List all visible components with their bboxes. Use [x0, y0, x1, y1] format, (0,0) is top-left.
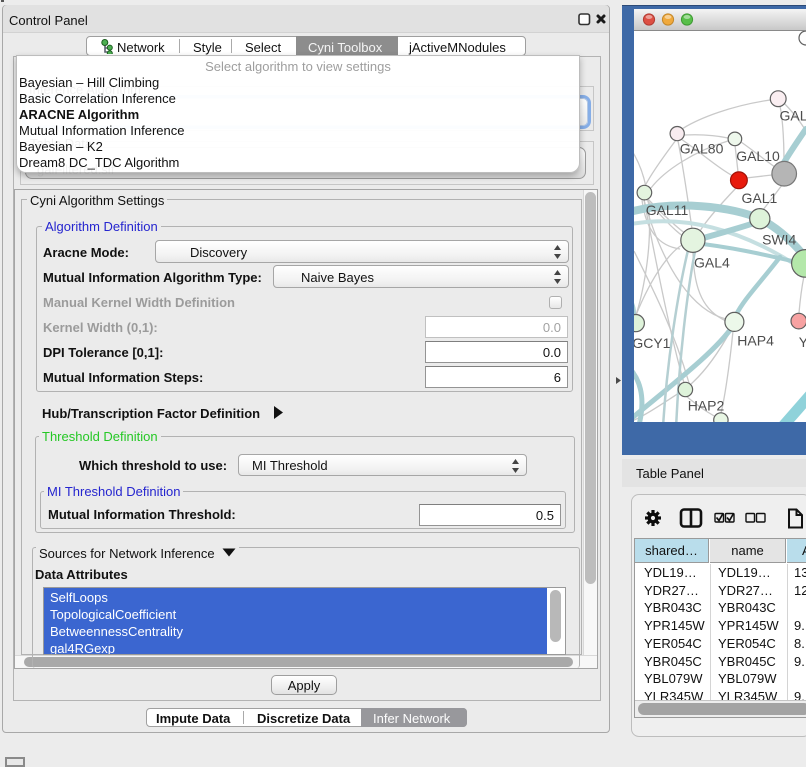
svg-text:HAP4: HAP4	[737, 333, 774, 349]
svg-text:GCY1: GCY1	[634, 335, 671, 351]
svg-text:GAL80: GAL80	[680, 140, 724, 156]
svg-text:GAL11: GAL11	[646, 202, 689, 218]
svg-text:GAL1: GAL1	[742, 190, 778, 206]
svg-text:Y: Y	[799, 334, 806, 350]
svg-text:HAP2: HAP2	[688, 398, 725, 414]
svg-text:GAL: GAL	[780, 108, 806, 124]
svg-text:GAL4: GAL4	[694, 255, 730, 271]
svg-text:SWI4: SWI4	[762, 232, 796, 248]
svg-text:GAL10: GAL10	[736, 148, 780, 164]
